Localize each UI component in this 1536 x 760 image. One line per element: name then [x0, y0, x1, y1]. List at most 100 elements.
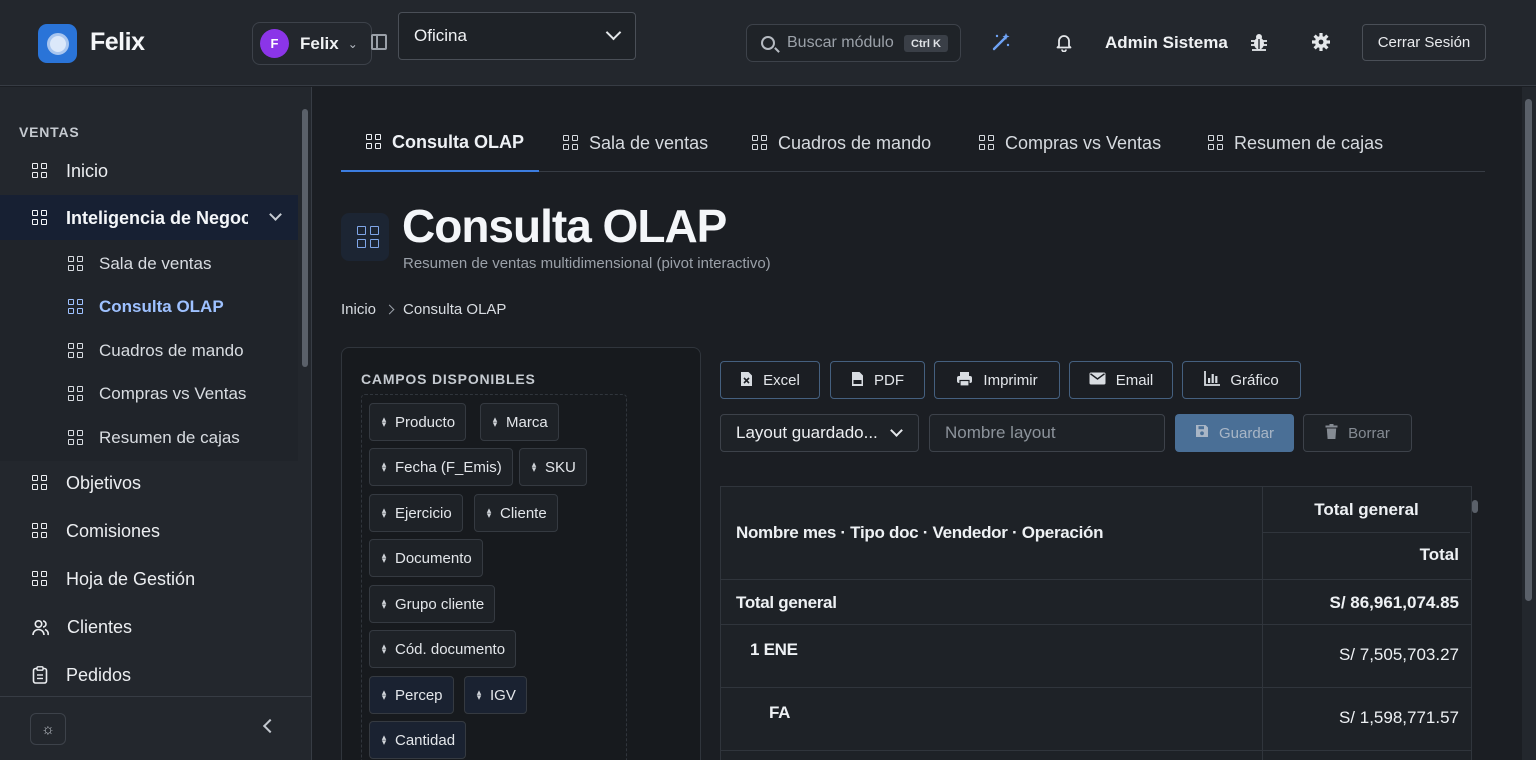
field-chip[interactable]: ▴ ▾ IGV: [464, 676, 527, 714]
drag-sort-icon: ▴ ▾: [381, 732, 387, 747]
tab-label: Cuadros de mando: [778, 132, 932, 153]
pivot-scrollbar[interactable]: [1470, 486, 1480, 760]
page-grid-icon: [341, 213, 389, 261]
pivot-table: Nombre mes · Tipo doc · Vendedor · Opera…: [720, 486, 1472, 760]
bell-icon[interactable]: [1053, 31, 1075, 53]
pivot-row-label: Total general: [736, 593, 837, 612]
pivot-col-header-top[interactable]: Total general: [1263, 487, 1470, 533]
pivot-row-total[interactable]: Total general S/ 86,961,074.85: [721, 580, 1471, 625]
magic-wand-icon[interactable]: [990, 31, 1012, 53]
sidebar-item-comisiones[interactable]: Comisiones: [0, 508, 298, 554]
module-search[interactable]: Buscar módulo Ctrl K: [746, 24, 961, 62]
fields-panel-title: CAMPOS DISPONIBLES: [361, 371, 536, 387]
tab-resumen-cajas[interactable]: Resumen de cajas: [1208, 114, 1383, 172]
pivot-row-header[interactable]: Nombre mes · Tipo doc · Vendedor · Opera…: [736, 523, 1103, 543]
sidebar-subitem-sala-ventas[interactable]: Sala de ventas: [0, 244, 298, 284]
grid-icon: [68, 299, 84, 315]
sidebar-subitem-resumen-cajas[interactable]: Resumen de cajas: [0, 418, 298, 458]
chevron-down-icon: [605, 24, 622, 41]
saved-layout-value: Layout guardado...: [736, 423, 878, 442]
collapse-sidebar-icon[interactable]: [262, 718, 278, 734]
field-chip[interactable]: ▴ ▾ Marca: [480, 403, 559, 441]
drag-sort-icon: ▴ ▾: [381, 687, 387, 702]
office-select-value: Oficina: [414, 26, 467, 45]
breadcrumb-link-inicio[interactable]: Inicio: [341, 301, 376, 318]
chart-button[interactable]: Gráfico: [1182, 361, 1301, 399]
layout-panel-icon[interactable]: [371, 34, 387, 50]
company-switcher[interactable]: F Felix ⌄: [252, 22, 372, 65]
print-button[interactable]: Imprimir: [934, 361, 1060, 399]
export-excel-button[interactable]: Excel: [720, 361, 820, 399]
tab-consulta-olap[interactable]: Consulta OLAP: [341, 114, 539, 172]
layout-name-input[interactable]: [929, 414, 1165, 452]
sidebar-subitem-compras-ventas[interactable]: Compras vs Ventas: [0, 374, 298, 414]
company-name: Felix: [300, 33, 339, 53]
user-name[interactable]: Admin Sistema: [1105, 33, 1228, 53]
tab-cuadros-mando[interactable]: Cuadros de mando: [752, 114, 931, 172]
grid-icon: [68, 343, 84, 359]
pivot-row-doc-type[interactable]: FA S/ 1,598,771.57: [721, 688, 1471, 751]
sidebar-subitem-cuadros-mando[interactable]: Cuadros de mando: [0, 331, 298, 371]
fields-dropzone[interactable]: ▴ ▾ Producto ▴ ▾ Marca ▴ ▾ Fecha (F_Emis) ▴ ▾ SK…: [361, 394, 627, 760]
theme-toggle-button[interactable]: ☼: [30, 713, 66, 745]
sidebar-subitem-consulta-olap[interactable]: Consulta OLAP: [0, 287, 298, 327]
sidebar-item-hoja-gestion[interactable]: Hoja de Gestión: [0, 556, 298, 602]
field-chip[interactable]: ▴ ▾ Cód. documento: [369, 630, 517, 668]
grid-icon: [366, 134, 382, 150]
save-layout-button[interactable]: Guardar: [1175, 414, 1294, 452]
sidebar-item-clientes[interactable]: Clientes: [0, 604, 298, 650]
field-chip[interactable]: ▴ ▾ Fecha (F_Emis): [369, 448, 513, 486]
search-placeholder: Buscar módulo: [787, 34, 894, 51]
excel-file-icon: [740, 371, 753, 390]
office-select[interactable]: Oficina: [398, 12, 636, 60]
sidebar-item-label: Inicio: [66, 160, 109, 181]
sidebar-item-pedidos[interactable]: Pedidos: [0, 652, 298, 698]
tab-sala-ventas[interactable]: Sala de ventas: [563, 114, 708, 172]
field-chip[interactable]: ▴ ▾ Producto: [369, 403, 467, 441]
field-chip[interactable]: ▴ ▾ SKU: [519, 448, 587, 486]
sidebar-item-inicio[interactable]: Inicio: [0, 148, 298, 194]
gear-icon[interactable]: [1310, 31, 1332, 53]
app-logo-icon[interactable]: [38, 24, 77, 63]
sidebar-item-label: Pedidos: [66, 664, 132, 685]
sidebar-item-label: Comisiones: [66, 520, 161, 541]
top-bar: Felix F Felix ⌄ Oficina Buscar módulo Ct…: [0, 0, 1536, 86]
delete-layout-button[interactable]: Borrar: [1303, 414, 1412, 452]
field-chip[interactable]: ▴ ▾ Grupo cliente: [369, 585, 496, 623]
grid-icon: [752, 135, 768, 151]
email-button[interactable]: Email: [1069, 361, 1173, 399]
trash-icon: [1325, 423, 1338, 443]
pivot-row-value: S/ 1,598,771.57: [1338, 708, 1459, 727]
field-chip[interactable]: ▴ ▾ Cliente: [474, 494, 558, 532]
grid-icon: [32, 523, 48, 539]
sidebar-scrollbar[interactable]: [300, 95, 309, 695]
clipboard-icon: [32, 666, 48, 684]
users-icon: [32, 619, 49, 636]
saved-layout-select[interactable]: Layout guardado...: [720, 414, 919, 452]
tab-compras-ventas[interactable]: Compras vs Ventas: [979, 114, 1161, 172]
drag-sort-icon: ▴ ▾: [531, 459, 537, 474]
sidebar-item-objetivos[interactable]: Objetivos: [0, 460, 298, 506]
logout-button[interactable]: Cerrar Sesión: [1362, 24, 1486, 61]
export-pdf-button[interactable]: PDF: [830, 361, 925, 399]
page-scrollbar[interactable]: [1522, 87, 1536, 760]
grid-icon: [32, 475, 48, 491]
bug-icon[interactable]: [1248, 31, 1270, 53]
grid-icon: [68, 256, 84, 272]
field-chip[interactable]: ▴ ▾ Ejercicio: [369, 494, 463, 532]
field-chip[interactable]: ▴ ▾ Percep: [369, 676, 454, 714]
field-chip[interactable]: ▴ ▾ Cantidad: [369, 721, 467, 759]
main-content: Consulta OLAP Sala de ventas Cuadros de …: [313, 87, 1522, 760]
tab-label: Sala de ventas: [589, 132, 709, 153]
sidebar-subitem-label: Cuadros de mando: [99, 341, 244, 360]
grid-icon: [68, 386, 84, 402]
sidebar: VENTAS Inicio Inteligencia de Negocios S…: [0, 87, 312, 760]
sidebar-item-inteligencia-negocios[interactable]: Inteligencia de Negocios: [0, 195, 298, 241]
sidebar-item-label: Inteligencia de Negocios: [66, 207, 248, 228]
chevron-right-icon: [384, 304, 395, 315]
tab-bar: Consulta OLAP Sala de ventas Cuadros de …: [341, 114, 1485, 172]
drag-sort-icon: ▴ ▾: [476, 687, 482, 702]
pivot-row-month[interactable]: 1 ENE S/ 7,505,703.27: [721, 625, 1471, 688]
field-chip[interactable]: ▴ ▾ Documento: [369, 539, 483, 577]
drag-sort-icon: ▴ ▾: [381, 596, 387, 611]
